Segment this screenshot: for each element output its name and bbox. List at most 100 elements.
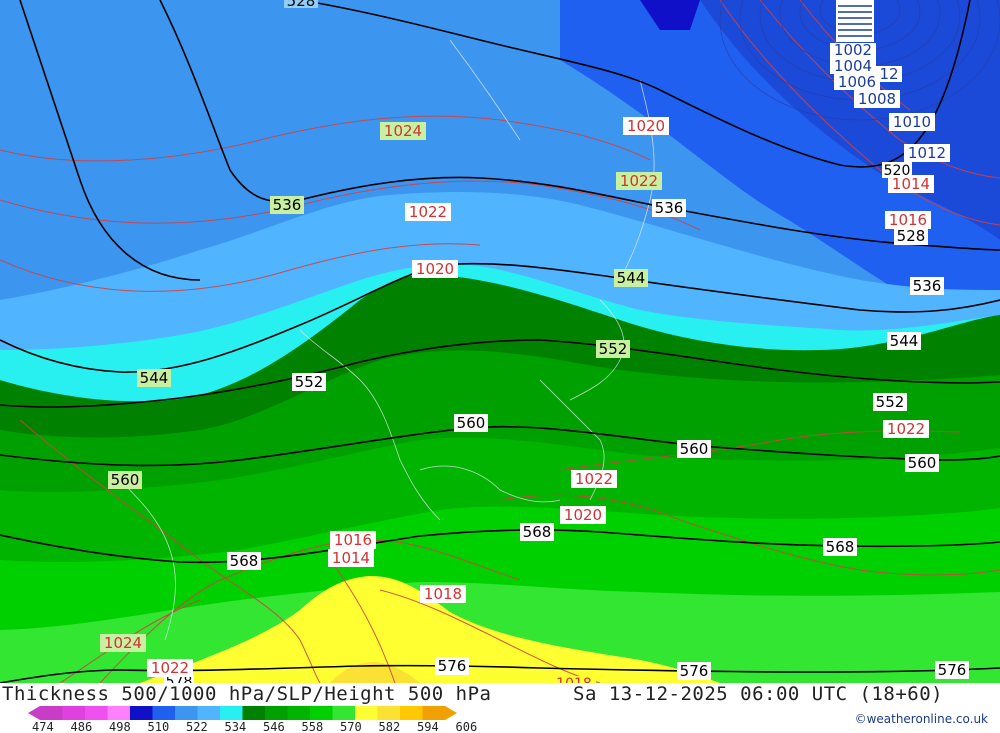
svg-text:536: 536 [913,277,942,295]
svg-text:1020: 1020 [416,260,454,278]
legend-swatch [62,706,86,720]
svg-text:1014: 1014 [332,549,370,567]
label-552-left: 552 [292,373,326,391]
svg-text:1022: 1022 [887,420,925,438]
svg-text:568: 568 [523,523,552,541]
svg-text:576: 576 [938,661,967,679]
legend-tick-label: 522 [186,720,208,733]
svg-text:1012: 1012 [908,144,946,162]
weather-map: 528 536 536 528 536 544 544 544 552 552 … [0,0,1000,692]
legend-swatch [355,706,378,720]
legend-arrow-left [28,706,40,720]
svg-text:1022: 1022 [409,203,447,221]
p-1022-mid: 1022 [571,470,617,488]
label-560-right: 560 [905,454,939,472]
p-1022-low: 1022 [147,659,193,677]
p-stack-top [836,0,874,42]
label-544-left: 544 [137,369,171,387]
legend-ticks: 474 486 498 510 522 534 546 558 570 582 594 606 [32,720,477,733]
svg-text:560: 560 [457,414,486,432]
label-552-mid: 552 [596,340,630,358]
label-528-top: 528 [284,0,318,10]
p-1008: 1008 [854,90,900,108]
legend-swatch [175,706,198,720]
svg-text:552: 552 [295,373,324,391]
svg-text:1002: 1002 [834,41,872,59]
svg-text:576: 576 [438,657,467,675]
legend-swatch [85,706,108,720]
legend-tick-label: 510 [148,720,170,733]
legend-swatch [265,706,288,720]
p-1006: 1006 [834,73,880,91]
p-1002: 1002 [830,41,876,59]
label-568-mid: 568 [520,523,554,541]
legend-tick-label: 534 [225,720,247,733]
legend-swatch [40,706,63,720]
label-536-left: 536 [270,196,304,214]
legend-swatch [107,706,131,720]
label-576-right: 576 [935,661,969,679]
footer: Thickness 500/1000 hPa/SLP/Height 500 hP… [0,683,1000,733]
svg-text:536: 536 [655,199,684,217]
legend-tick-label: 558 [302,720,324,733]
svg-text:1008: 1008 [858,90,896,108]
svg-text:560: 560 [908,454,937,472]
p-1016-low: 1016 [330,531,376,549]
svg-text:1006: 1006 [838,73,876,91]
legend-swatch [220,706,243,720]
label-576-mid2: 576 [677,662,711,680]
credit-link[interactable]: ©weatheronline.co.uk [855,712,988,726]
p-1024-low: 1024 [100,634,146,652]
label-552-right: 552 [873,393,907,411]
legend-swatch [377,706,401,720]
svg-text:1018: 1018 [556,676,592,683]
svg-text:1022: 1022 [151,659,189,677]
p-1012: 1012 [904,144,950,162]
p-1024-top: 1024 [380,122,426,140]
svg-text:1004: 1004 [834,57,872,75]
svg-text:528: 528 [897,227,926,245]
svg-text:536: 536 [273,196,302,214]
svg-text:560: 560 [680,440,709,458]
svg-text:568: 568 [230,552,259,570]
label-560-left: 560 [108,471,142,489]
p-1014-low: 1014 [328,549,374,567]
label-568-right: 568 [823,538,857,556]
legend-swatch [310,706,333,720]
p-1014-right: 1014 [888,175,934,193]
svg-text:1020: 1020 [564,506,602,524]
legend-tick-label: 606 [456,720,478,733]
legend-swatch [422,706,446,720]
svg-text:544: 544 [890,332,919,350]
svg-text:544: 544 [140,369,169,387]
svg-text:528: 528 [287,0,316,10]
svg-text:1022: 1022 [575,470,613,488]
svg-text:1020: 1020 [627,117,665,135]
svg-text:544: 544 [617,269,646,287]
p-1020-top: 1020 [623,117,669,135]
svg-text:12: 12 [879,65,898,83]
svg-text:1018: 1018 [424,585,462,603]
legend-swatches [28,706,457,720]
label-528-right: 528 [894,227,928,245]
p-1016-right: 1016 [885,211,931,229]
label-560-mid: 560 [454,414,488,432]
svg-text:552: 552 [876,393,905,411]
legend-tick-label: 570 [340,720,362,733]
p-12: 12 [876,65,902,83]
legend-swatch [197,706,221,720]
label-536-right: 536 [910,277,944,295]
legend-swatch [400,706,423,720]
legend-tick-label: 582 [379,720,401,733]
legend-swatch [242,706,266,720]
legend-tick-label: 546 [263,720,285,733]
label-560-mid2: 560 [677,440,711,458]
legend-swatch [130,706,153,720]
svg-text:1016: 1016 [334,531,372,549]
label-576-mid: 576 [435,657,469,675]
legend-swatch [332,706,356,720]
svg-text:1016: 1016 [889,211,927,229]
svg-text:576: 576 [680,662,709,680]
label-568-left: 568 [227,552,261,570]
map-canvas: 528 536 536 528 536 544 544 544 552 552 … [0,0,1000,692]
